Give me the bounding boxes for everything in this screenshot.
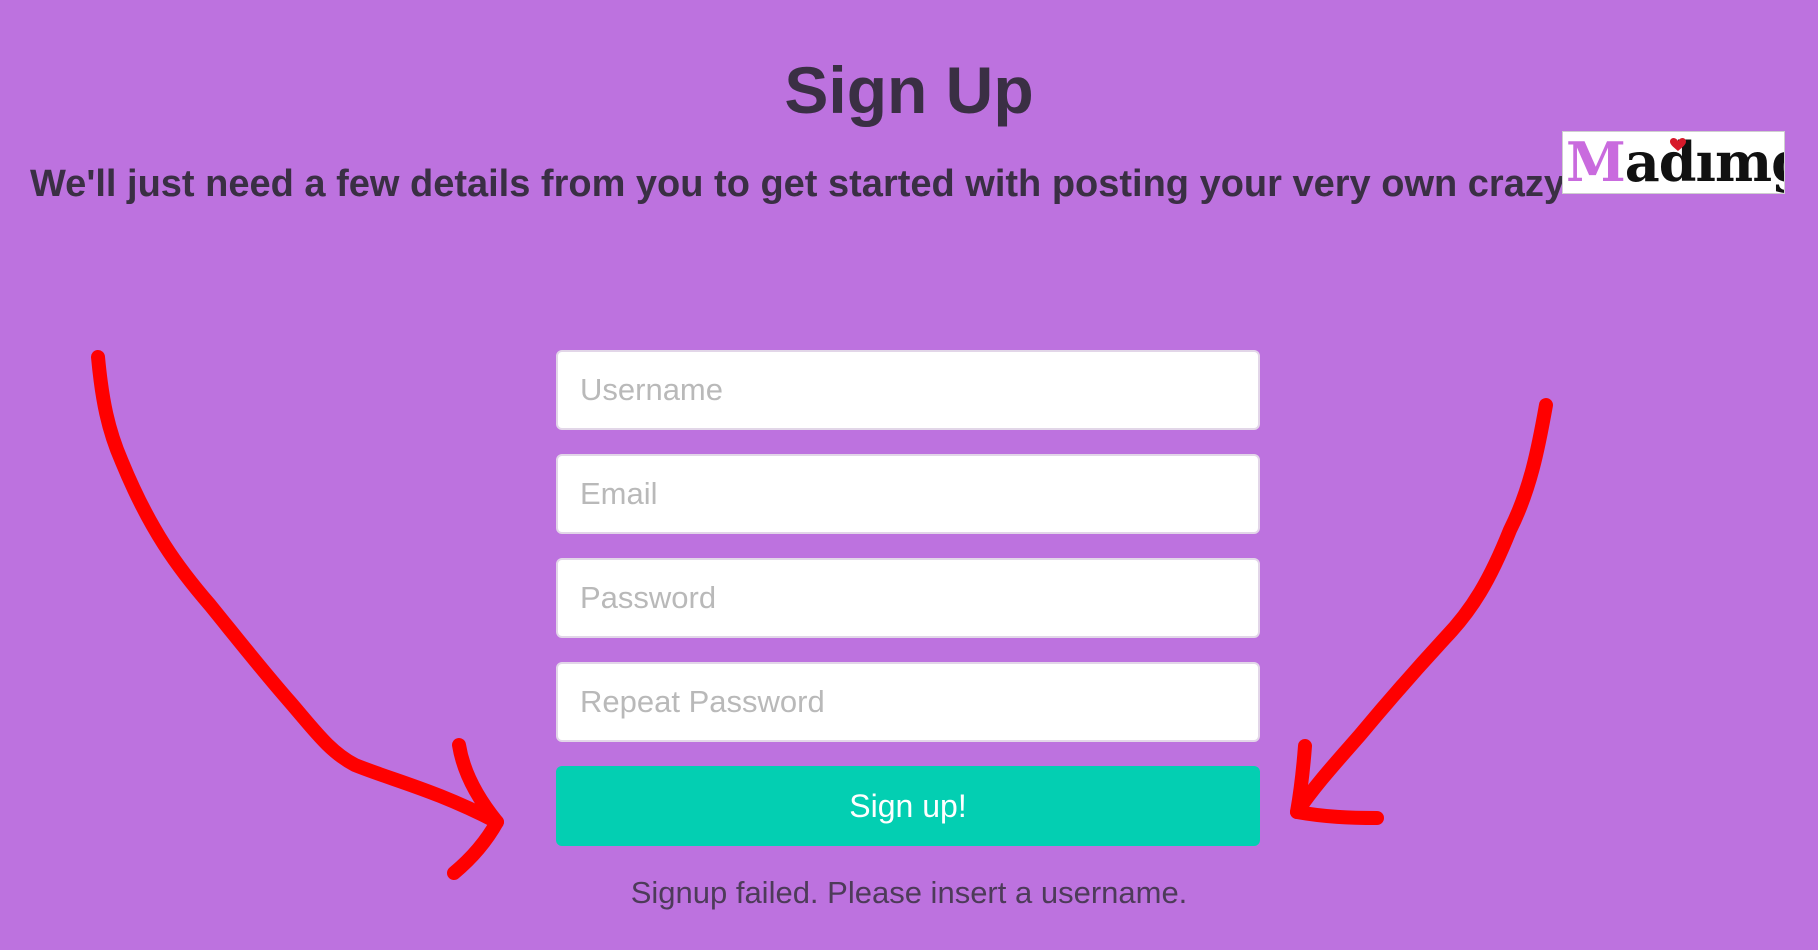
madimgz-logo: Madımgz (1562, 131, 1785, 194)
logo-letter-m: M (1566, 131, 1626, 194)
page-subtitle: We'll just need a few details from you t… (30, 163, 1565, 205)
heart-icon (1670, 138, 1686, 151)
repeat-password-field[interactable] (556, 662, 1260, 742)
email-field[interactable] (556, 454, 1260, 534)
sign-up-button[interactable]: Sign up! (556, 766, 1260, 846)
signup-form: Sign up! (556, 350, 1260, 846)
signup-error-message: Signup failed. Please insert a username. (630, 875, 1188, 910)
password-field[interactable] (556, 558, 1260, 638)
page-title: Sign Up (784, 53, 1034, 127)
logo-letters-mgz: mgz (1715, 131, 1784, 194)
logo-letter-i: ı (1695, 131, 1716, 194)
username-field[interactable] (556, 350, 1260, 430)
